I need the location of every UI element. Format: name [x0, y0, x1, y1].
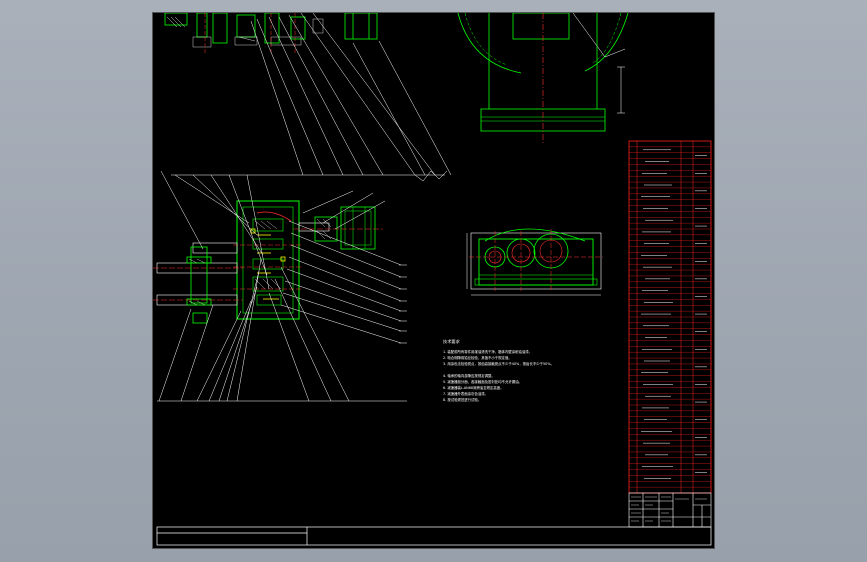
top-section-view: [164, 13, 378, 53]
note-line-6: 6. 减速器装L-AN68润滑油至规定高度。: [443, 385, 504, 390]
assembly-drawing: 技术要求 1. 装配前所有零件用煤油清洗干净，箱体内壁涂耐油油漆。 2. 啮合侧…: [153, 13, 712, 546]
end-view: [457, 13, 629, 145]
title-block: [628, 492, 712, 528]
main-plan-view: [153, 200, 383, 324]
parts-table-rows: [629, 146, 711, 488]
side-elevation-view: [466, 228, 603, 296]
top-leader-lines: [250, 13, 452, 176]
note-line-7: 7. 减速器外表面涂灰色油漆。: [443, 391, 488, 396]
left-leaders: [157, 170, 407, 402]
note-line-8: 8. 按试验规范进行试验。: [443, 397, 481, 402]
balloon-row: [171, 170, 448, 182]
bottom-title-strip: [156, 526, 712, 546]
note-line-3: 3. 用涂色法检验斑点，按齿高接触斑点不少于40%，按齿长不少于50%。: [443, 361, 554, 366]
drawing-sheet[interactable]: 技术要求 1. 装配前所有零件用煤油清洗干净，箱体内壁涂耐油油漆。 2. 啮合侧…: [152, 12, 715, 549]
note-line-4: 4. 轴承的轴向游隙应按规定调整。: [443, 373, 495, 378]
parts-list-table: [628, 140, 712, 494]
note-line-2: 2. 啮合侧隙用铅丝检验，其值不小于规定值。: [443, 355, 512, 360]
note-line-5: 5. 减速器剖分面、各接触面及密封处均不允许漏油。: [443, 379, 522, 384]
note-line-1: 1. 装配前所有零件用煤油清洗干净，箱体内壁涂耐油油漆。: [443, 349, 532, 354]
notes-title: 技术要求: [443, 338, 461, 345]
technical-requirements: 技术要求 1. 装配前所有零件用煤油清洗干净，箱体内壁涂耐油油漆。 2. 啮合侧…: [443, 338, 554, 402]
cad-viewport[interactable]: 技术要求 1. 装配前所有零件用煤油清洗干净，箱体内壁涂耐油油漆。 2. 啮合侧…: [0, 0, 867, 562]
